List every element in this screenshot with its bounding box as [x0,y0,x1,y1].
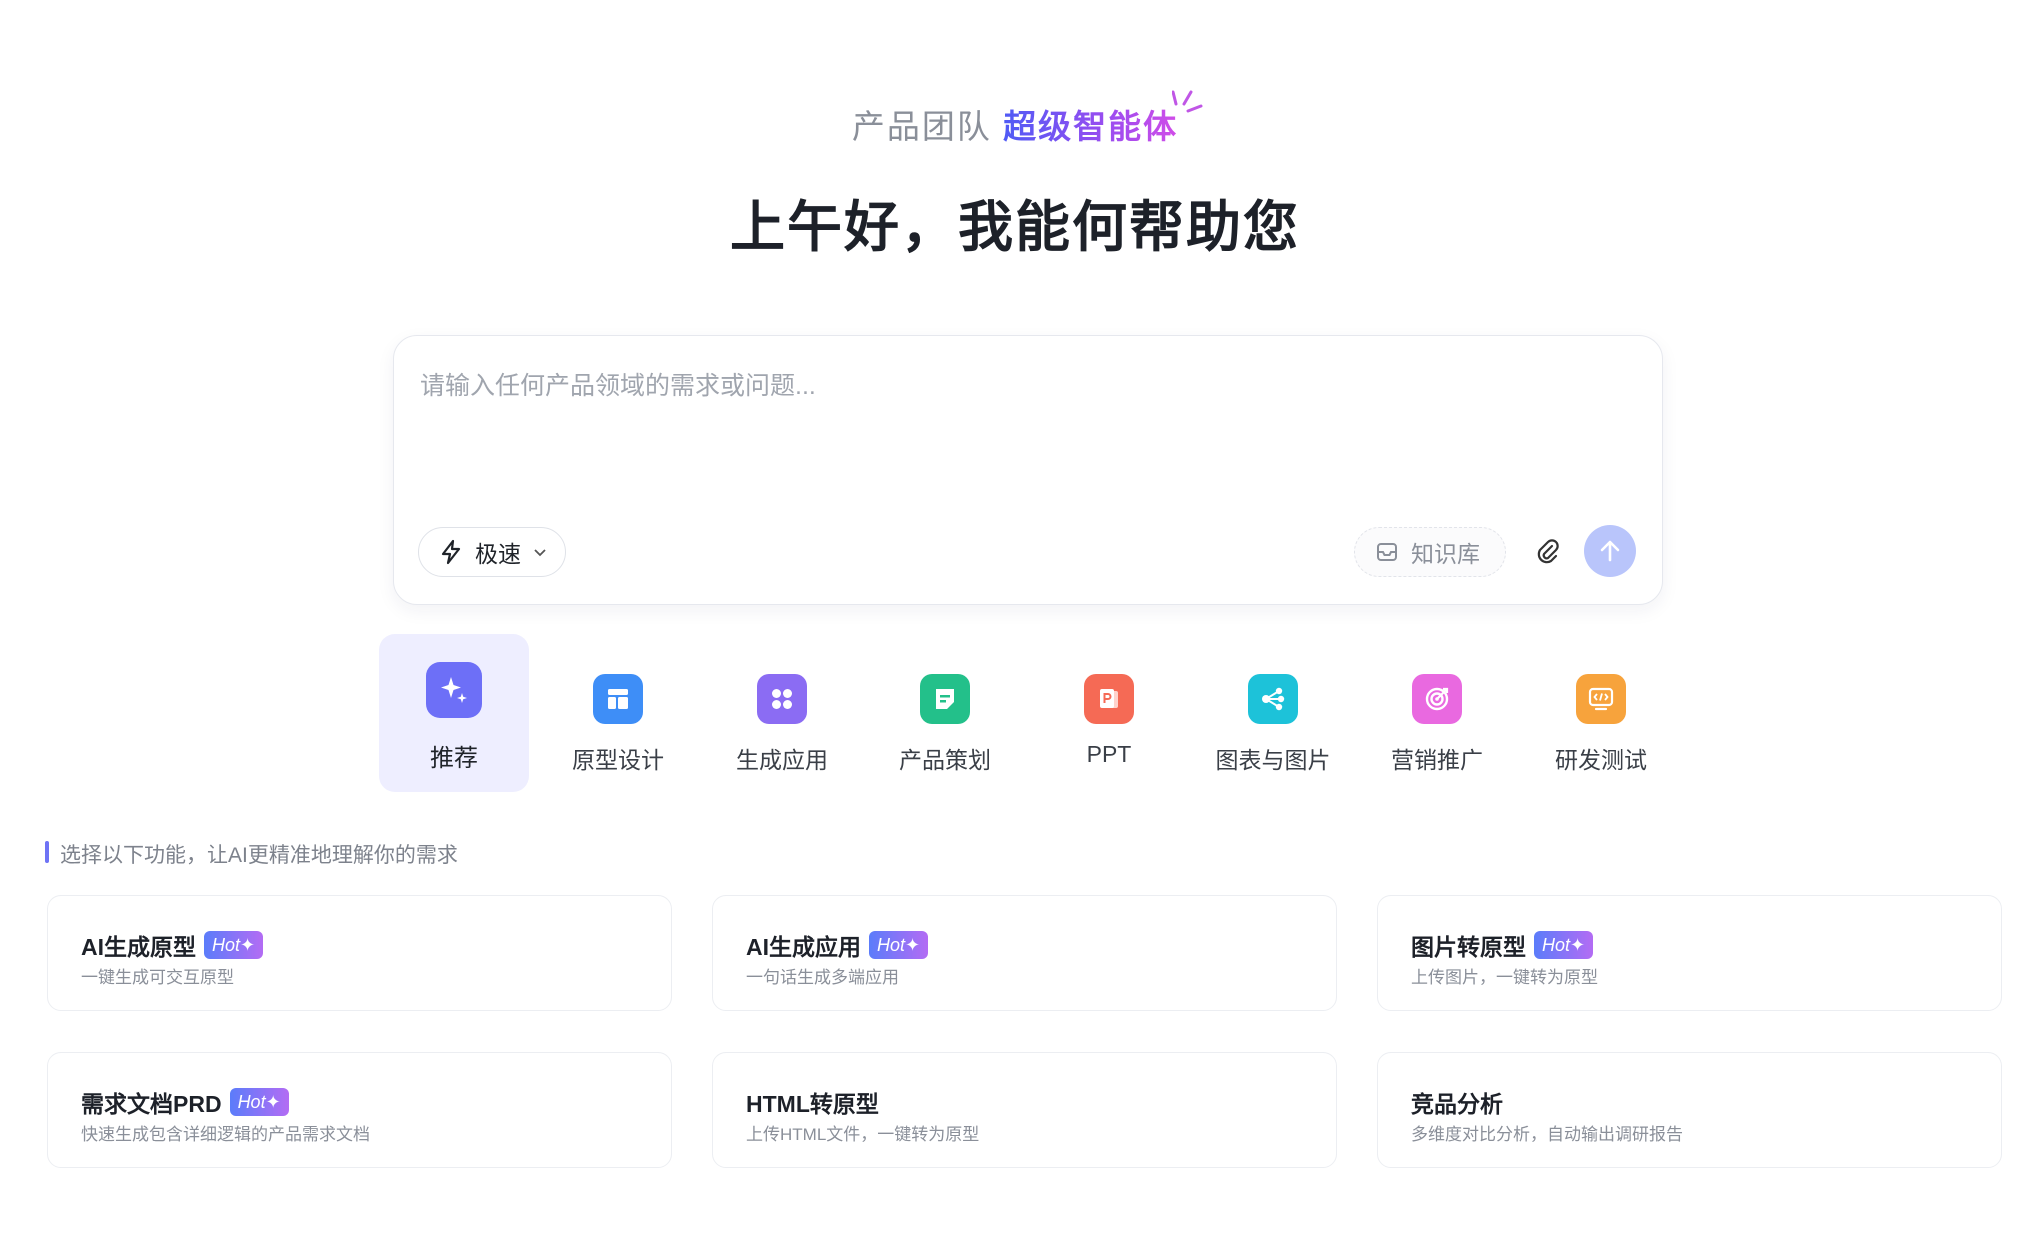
feature-desc: 上传HTML文件，一键转为原型 [746,1125,980,1144]
tab-label: 原型设计 [572,747,664,773]
agent-name: 超级智能体 [1003,108,1179,145]
tab-charts-images[interactable]: 图表与图片 [1198,634,1348,792]
sparkle-icon [426,662,482,718]
apps-grid-icon [757,674,807,724]
chevron-down-icon [534,549,546,557]
tab-label: 营销推广 [1391,747,1483,773]
tab-prototype-design[interactable]: 原型设计 [543,634,693,792]
feature-title: AI生成原型 Hot ✦ [81,928,264,962]
tab-label: 生成应用 [736,747,828,773]
ppt-icon [1084,674,1134,724]
hot-badge-label: Hot [237,1091,266,1112]
feature-title-text: 需求文档PRD [81,1091,222,1117]
lightning-icon [441,539,461,565]
feature-title-text: 图片转原型 [1411,934,1526,960]
tab-marketing[interactable]: 营销推广 [1362,634,1512,792]
feature-desc: 多维度对比分析，自动输出调研报告 [1411,1125,1683,1144]
hot-badge: Hot ✦ [204,931,264,959]
tab-recommend[interactable]: 推荐 [379,634,529,792]
tab-ppt[interactable]: PPT [1034,634,1184,792]
hot-badge: Hot ✦ [869,931,929,959]
attach-button[interactable] [1528,532,1568,572]
tab-dev-testing[interactable]: 研发测试 [1526,634,1676,792]
paperclip-icon [1537,539,1559,564]
feature-desc: 一句话生成多端应用 [746,968,899,987]
feature-card[interactable]: 需求文档PRD Hot ✦ 快速生成包含详细逻辑的产品需求文档 [47,1052,672,1168]
feature-desc: 一键生成可交互原型 [81,968,234,987]
knowledge-base-button[interactable]: 知识库 [1354,527,1506,577]
feature-title: 竞品分析 [1411,1085,1503,1119]
tab-label: 研发测试 [1555,747,1647,773]
prompt-input[interactable] [418,364,1622,458]
burst-icon [1172,90,1203,113]
feature-card[interactable]: AI生成应用 Hot ✦ 一句话生成多端应用 [712,895,1337,1011]
tab-label: 产品策划 [899,747,991,773]
feature-title-text: HTML转原型 [746,1091,879,1117]
hot-badge: Hot ✦ [229,1088,289,1116]
code-icon [1576,674,1626,724]
speed-mode-label: 极速 [475,541,521,567]
tab-product-planning[interactable]: 产品策划 [870,634,1020,792]
feature-title: AI生成应用 Hot ✦ [746,928,929,962]
share-nodes-icon [1248,674,1298,724]
feature-title-text: 竞品分析 [1411,1091,1503,1117]
document-icon [920,674,970,724]
feature-title-text: AI生成原型 [81,934,196,960]
target-icon [1412,674,1462,724]
inbox-icon [1377,543,1397,561]
hot-badge: Hot ✦ [1534,931,1594,959]
feature-card[interactable]: AI生成原型 Hot ✦ 一键生成可交互原型 [47,895,672,1011]
send-button[interactable] [1584,525,1636,577]
feature-card[interactable]: 图片转原型 Hot ✦ 上传图片，一键转为原型 [1377,895,2002,1011]
speed-mode-select[interactable]: 极速 [418,527,566,577]
feature-desc: 快速生成包含详细逻辑的产品需求文档 [81,1125,370,1144]
feature-card[interactable]: HTML转原型 上传HTML文件，一键转为原型 [712,1052,1337,1168]
prompt-card: 极速 知识库 [393,335,1663,605]
greeting-title: 上午好，我能何帮助您 [729,196,1300,258]
feature-desc: 上传图片，一键转为原型 [1411,968,1598,987]
team-name: 产品团队 [851,108,992,145]
arrow-up-icon [1600,540,1620,562]
hot-badge-label: Hot [212,934,241,955]
layout-icon [593,674,643,724]
feature-title: 图片转原型 Hot ✦ [1411,928,1594,962]
tab-label: PPT [1086,741,1132,767]
knowledge-base-label: 知识库 [1411,541,1480,567]
category-tabs: 推荐 原型设计 生成应用 产品策划 PPT 图表与图片 营销推广 研发测试 [0,634,2030,794]
feature-title: 需求文档PRD Hot ✦ [81,1085,289,1119]
feature-title: HTML转原型 [746,1085,879,1119]
page-subtitle: 产品团队 超级智能体 [0,100,2030,148]
feature-card[interactable]: 竞品分析 多维度对比分析，自动输出调研报告 [1377,1052,2002,1168]
hot-badge-label: Hot [877,934,906,955]
tab-label: 图表与图片 [1215,747,1331,773]
section-hint: 选择以下功能，让AI更精准地理解你的需求 [60,844,458,867]
tab-label: 推荐 [430,745,478,772]
tab-generate-app[interactable]: 生成应用 [707,634,857,792]
hot-badge-label: Hot [1542,934,1571,955]
feature-title-text: AI生成应用 [746,934,861,960]
section-accent-bar [45,841,49,863]
